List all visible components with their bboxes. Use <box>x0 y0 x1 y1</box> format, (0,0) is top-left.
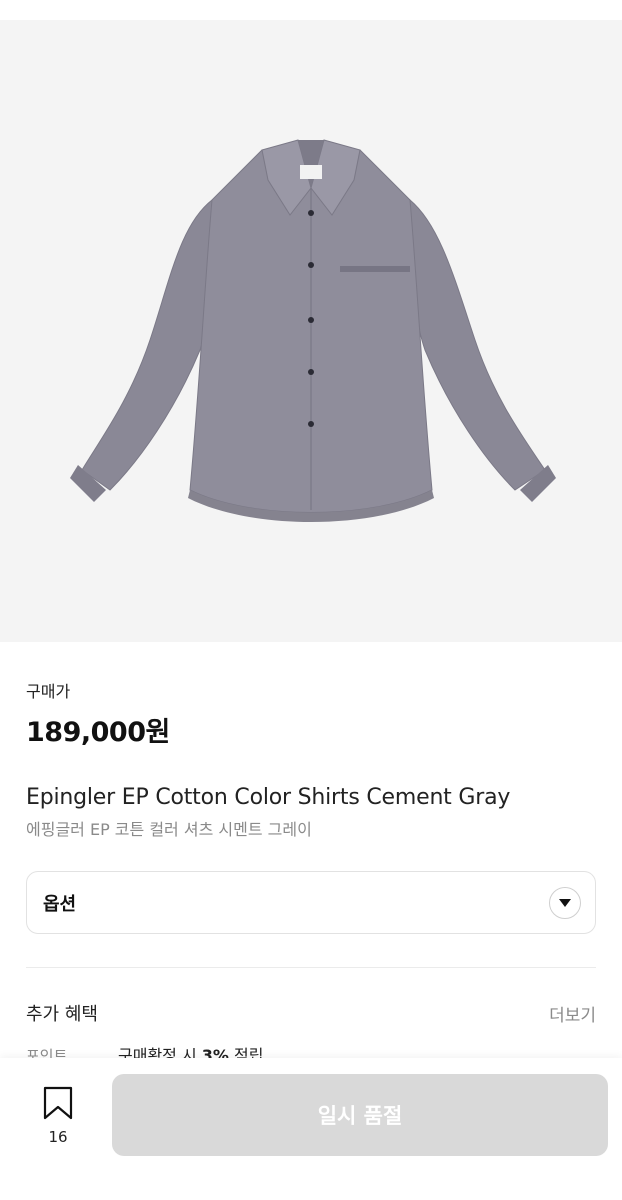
option-label: 옵션 <box>43 893 77 915</box>
benefits-header: 추가 혜택 더보기 <box>26 1000 596 1026</box>
shirt-image <box>70 139 556 522</box>
product-title-en: Epingler EP Cotton Color Shirts Cement G… <box>26 785 511 810</box>
product-image[interactable] <box>0 20 622 642</box>
price-label: 구매가 <box>26 682 71 701</box>
bookmark-count: 16 <box>48 1128 68 1146</box>
benefits-title: 추가 혜택 <box>26 1004 98 1025</box>
benefits-more-link[interactable]: 더보기 <box>549 1001 596 1026</box>
option-select[interactable]: 옵션 <box>26 871 596 934</box>
product-info: 구매가 189,000원 Epingler EP Cotton Color Sh… <box>26 678 596 840</box>
price-value: 189,000원 <box>26 717 170 748</box>
product-title-ko: 에핑글러 EP 코튼 컬러 셔츠 시멘트 그레이 <box>26 820 312 839</box>
bookmark-icon <box>42 1086 74 1124</box>
bookmark-button[interactable]: 16 <box>36 1086 80 1146</box>
chevron-down-icon[interactable] <box>549 886 581 919</box>
divider <box>26 967 596 968</box>
bottom-action-bar: 16 일시 품절 <box>0 1058 622 1200</box>
sold-out-button[interactable]: 일시 품절 <box>112 1074 608 1156</box>
